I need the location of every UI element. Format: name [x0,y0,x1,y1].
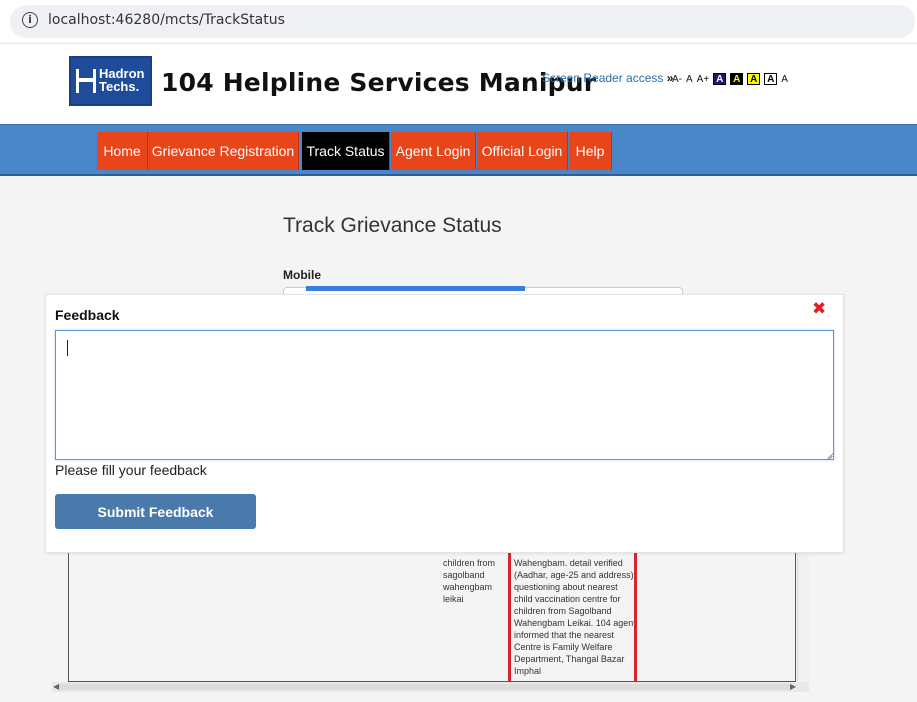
site-header: Hadron Techs. 104 Helpline Services Mani… [0,44,917,124]
scroll-left-icon[interactable]: ◀ [53,682,59,691]
feedback-hint: Please fill your feedback [55,462,207,478]
remarks-highlight-box [508,540,637,692]
resize-grip-icon[interactable] [823,449,833,459]
accessibility-tools: A- A A+ A A A A A [672,72,788,86]
page-title: Track Grievance Status [283,214,502,237]
font-decrease-button[interactable]: A- [672,74,682,85]
hadron-logo: Hadron Techs. [69,56,152,106]
loading-progress-bar [306,286,525,291]
modal-title: Feedback [55,307,120,323]
info-icon[interactable]: i [22,12,38,28]
table-cell-location: children from sagolband wahengbam leikai [443,558,496,604]
font-normal-button[interactable]: A [686,74,693,85]
logo-h-mark-icon [76,69,96,93]
nav-track-status[interactable]: Track Status [302,132,390,170]
nav-official-login[interactable]: Official Login [477,132,568,170]
contrast-white-button[interactable]: A [764,73,778,85]
contrast-default-button[interactable]: A [781,74,788,85]
table-vertical-scrollbar[interactable] [797,548,809,682]
site-title: 104 Helpline Services Manipur [161,68,597,97]
close-icon[interactable]: ✖ [812,299,826,319]
mobile-label: Mobile [283,268,321,282]
table-horizontal-scrollbar[interactable]: ◀ ▶ [52,682,809,692]
nav-home[interactable]: Home [97,132,148,170]
browser-address-bar: i localhost:46280/mcts/TrackStatus [0,0,917,44]
text-cursor [67,340,68,356]
logo-text-line2: Techs. [99,79,140,94]
scroll-right-icon[interactable]: ▶ [790,682,796,691]
scrollbar-thumb[interactable] [60,684,790,690]
screen-reader-label[interactable]: Screen Reader access [542,71,663,85]
nav-agent-login[interactable]: Agent Login [391,132,476,170]
main-nav: Home Grievance Registration Track Status… [0,124,917,176]
results-table [68,548,796,682]
contrast-yellow-button[interactable]: A [747,73,761,85]
nav-help[interactable]: Help [569,132,612,170]
feedback-textarea[interactable] [55,330,834,460]
feedback-modal: Feedback ✖ Please fill your feedback Sub… [45,294,844,553]
screen-reader-access-link[interactable]: Screen Reader access » [542,71,673,85]
submit-feedback-button[interactable]: Submit Feedback [55,494,256,529]
font-increase-button[interactable]: A+ [697,74,710,85]
contrast-blue-button[interactable]: A [713,73,727,85]
url-text[interactable]: localhost:46280/mcts/TrackStatus [48,12,285,28]
nav-grievance-registration[interactable]: Grievance Registration [148,132,299,170]
contrast-black-yellow-button[interactable]: A [730,73,744,85]
